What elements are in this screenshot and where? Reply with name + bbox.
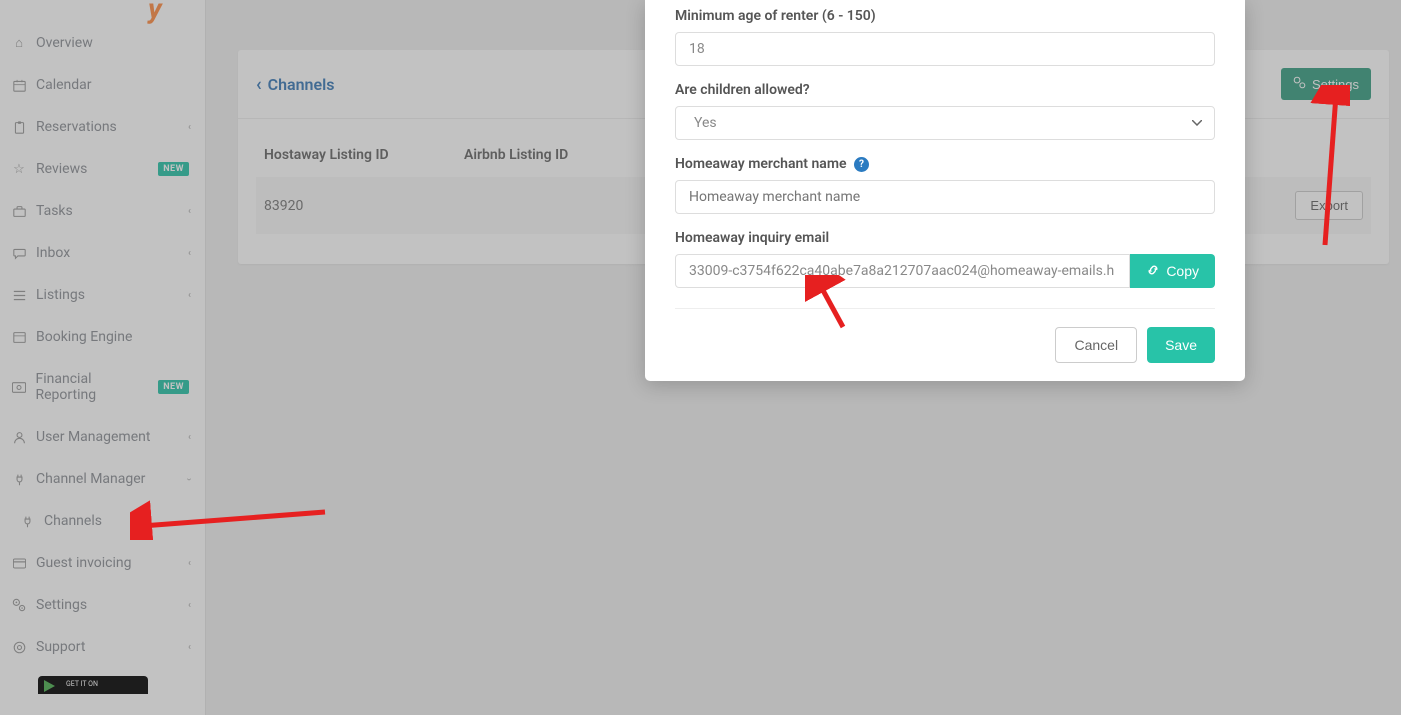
copy-button-label: Copy (1166, 263, 1199, 279)
copy-button[interactable]: Copy (1130, 254, 1215, 288)
merchant-name-input[interactable] (675, 180, 1215, 214)
settings-modal: Minimum age of renter (6 - 150) Are chil… (645, 0, 1245, 381)
modal-footer: Cancel Save (675, 308, 1215, 381)
help-icon[interactable]: ? (854, 157, 869, 172)
children-allowed-select[interactable]: Yes (675, 106, 1215, 140)
inquiry-email-input[interactable] (675, 254, 1130, 288)
cancel-button[interactable]: Cancel (1055, 327, 1137, 363)
save-button[interactable]: Save (1147, 327, 1215, 363)
min-age-label: Minimum age of renter (6 - 150) (675, 8, 1215, 24)
merchant-name-label: Homeaway merchant name ? (675, 156, 1215, 172)
children-allowed-label: Are children allowed? (675, 82, 1215, 98)
link-icon (1146, 263, 1160, 280)
min-age-input[interactable] (675, 32, 1215, 66)
inquiry-email-label: Homeaway inquiry email (675, 230, 1215, 246)
